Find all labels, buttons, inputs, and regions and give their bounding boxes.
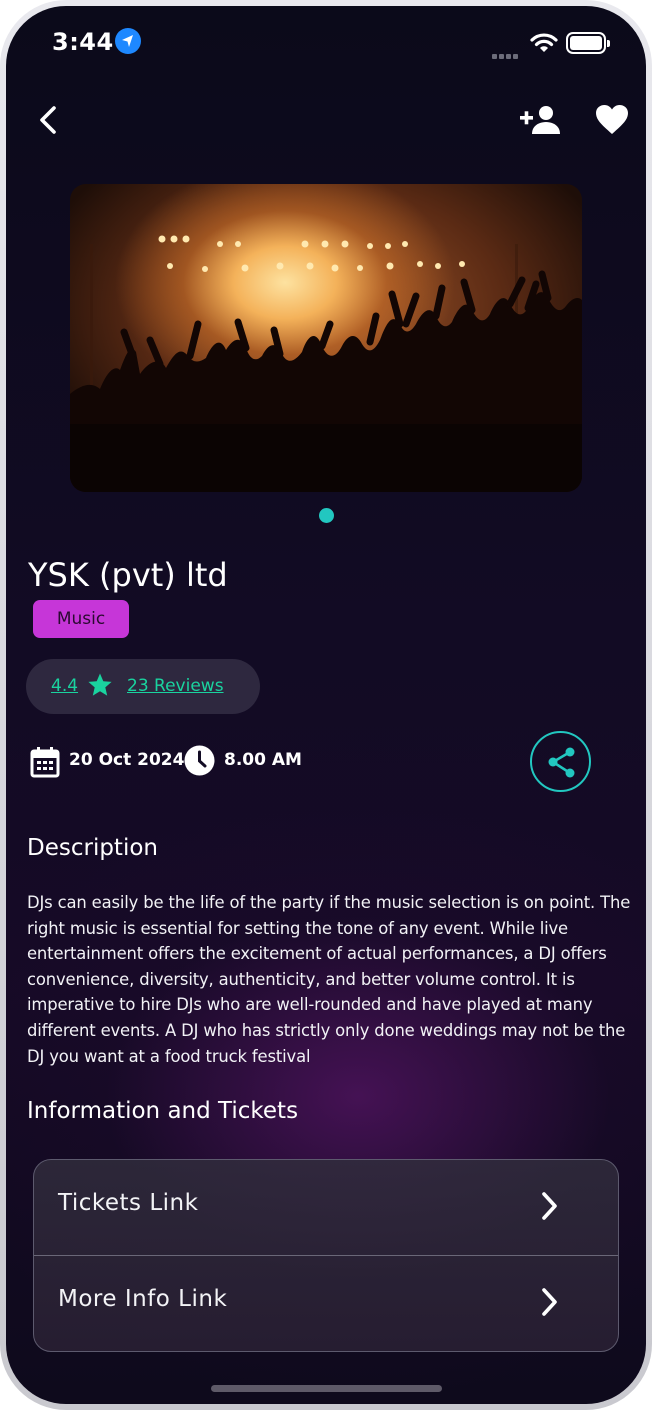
share-button[interactable] bbox=[530, 731, 591, 792]
back-button[interactable] bbox=[32, 100, 66, 140]
chevron-right-icon bbox=[542, 1192, 557, 1220]
carousel-indicator-dot[interactable] bbox=[319, 508, 334, 523]
wifi-icon bbox=[530, 32, 558, 58]
category-badge[interactable]: Music bbox=[33, 600, 129, 638]
app-screen: 3:44 YSK (pvt) ltd Music 4.4 23 Reviews … bbox=[6, 6, 646, 1404]
event-title: YSK (pvt) ltd bbox=[28, 556, 228, 594]
status-time: 3:44 bbox=[52, 28, 114, 56]
description-heading: Description bbox=[27, 835, 158, 861]
person-add-icon bbox=[520, 106, 560, 134]
tickets-link-label: Tickets Link bbox=[58, 1190, 199, 1216]
rating-value-link[interactable]: 4.4 bbox=[51, 676, 78, 696]
reviews-link[interactable]: 23 Reviews bbox=[127, 676, 224, 696]
event-time: 8.00 AM bbox=[224, 750, 302, 770]
event-date: 20 Oct 2024 bbox=[69, 750, 185, 770]
star-icon bbox=[88, 673, 112, 696]
device-frame: 3:44 YSK (pvt) ltd Music 4.4 23 Reviews … bbox=[0, 0, 652, 1410]
status-bar: 3:44 bbox=[6, 6, 646, 86]
concert-crowd-photo bbox=[70, 235, 582, 492]
add-user-button[interactable] bbox=[520, 102, 560, 138]
clock-icon bbox=[184, 745, 215, 776]
calendar-icon bbox=[30, 747, 60, 778]
more-info-link-row[interactable]: More Info Link bbox=[34, 1256, 618, 1351]
battery-icon bbox=[566, 32, 610, 54]
info-tickets-heading: Information and Tickets bbox=[27, 1098, 299, 1124]
links-card: Tickets Link More Info Link bbox=[33, 1159, 619, 1352]
cellular-signal-icon bbox=[492, 44, 522, 59]
chevron-left-icon bbox=[40, 106, 56, 134]
description-text: DJs can easily be the life of the party … bbox=[27, 893, 631, 1066]
more-info-link-label: More Info Link bbox=[58, 1286, 228, 1312]
heart-icon bbox=[596, 105, 628, 134]
home-indicator[interactable] bbox=[211, 1385, 442, 1392]
tickets-link-row[interactable]: Tickets Link bbox=[34, 1160, 618, 1256]
rating-pill: 4.4 23 Reviews bbox=[26, 659, 260, 714]
chevron-right-icon bbox=[542, 1288, 557, 1316]
location-arrow-icon bbox=[115, 28, 141, 54]
event-hero-image[interactable] bbox=[70, 184, 582, 492]
favorite-button[interactable] bbox=[594, 102, 630, 138]
share-icon bbox=[548, 747, 575, 778]
